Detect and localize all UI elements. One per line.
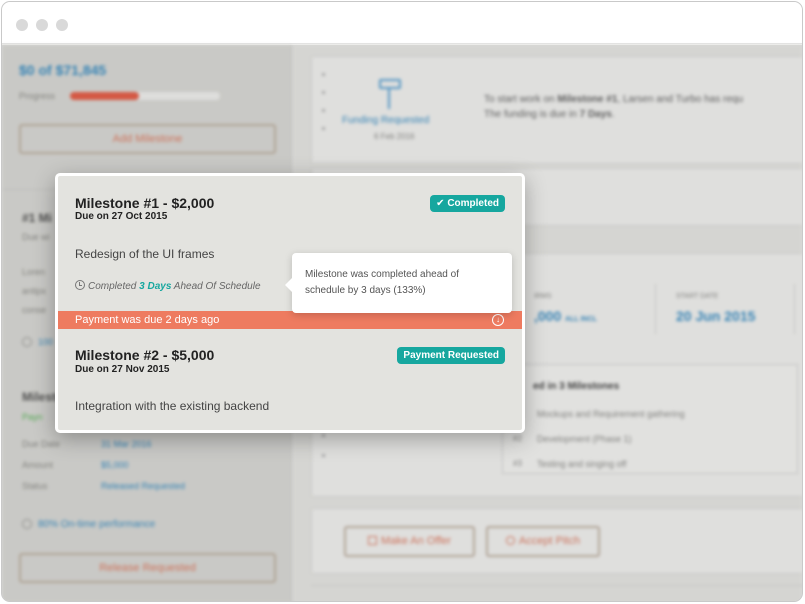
payment-requested-badge: Payment Requested [397, 347, 505, 364]
tooltip-line2: schedule by 3 days (133%) [305, 285, 426, 296]
arrow-down-circle-icon[interactable]: ↓ [492, 314, 504, 326]
milestone1-due-date: Due on 27 Oct 2015 [75, 211, 168, 222]
payment-overdue-bar[interactable]: Payment was due 2 days ago ↓ [58, 311, 522, 329]
clock-icon [75, 280, 85, 290]
milestone2-due-date: Due on 27 Nov 2015 [75, 364, 170, 375]
check-icon: ✔ [436, 198, 445, 209]
completion-tooltip: Milestone was completed ahead of schedul… [285, 253, 512, 313]
milestone2-description: Integration with the existing backend [75, 399, 270, 413]
milestone2-title: Milestone #2 - $5,000 [75, 347, 215, 363]
completed-badge: ✔ Completed [430, 195, 505, 212]
window-close-dot[interactable] [16, 19, 28, 31]
window-maximize-dot[interactable] [56, 19, 68, 31]
window-minimize-dot[interactable] [36, 19, 48, 31]
payment-overdue-text: Payment was due 2 days ago [75, 314, 220, 326]
milestone1-description: Redesign of the UI frames [75, 247, 215, 261]
milestone1-title: Milestone #1 - $2,000 [75, 195, 215, 211]
title-bar [2, 2, 802, 44]
completed-ahead-note[interactable]: Completed 3 Days Ahead Of Schedule [75, 280, 261, 292]
tooltip-line1: Milestone was completed ahead of [305, 269, 459, 280]
